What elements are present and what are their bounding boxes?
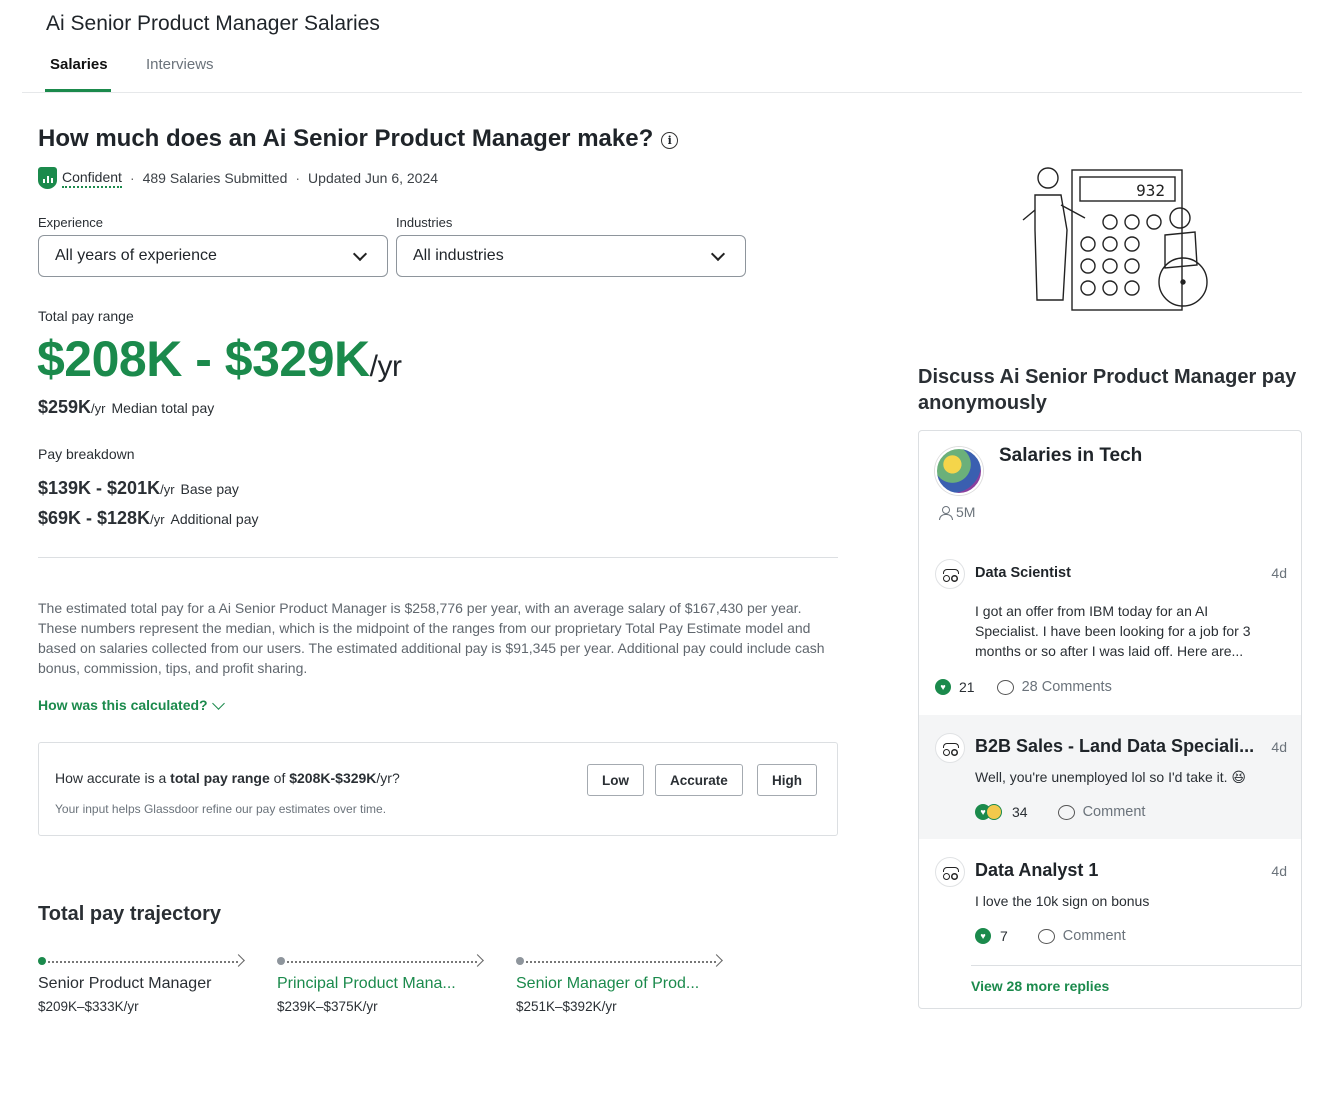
bowl-members: 5M bbox=[939, 504, 975, 520]
post-body: I love the 10k sign on bonus bbox=[975, 893, 1150, 909]
low-button[interactable]: Low bbox=[587, 764, 644, 796]
anonymous-user-icon bbox=[935, 857, 965, 887]
confidence-icon bbox=[38, 167, 57, 189]
salaries-submitted: 489 Salaries Submitted bbox=[142, 170, 288, 186]
industries-value: All industries bbox=[413, 247, 504, 264]
accuracy-note: Your input helps Glassdoor refine our pa… bbox=[55, 802, 387, 816]
post-reactions: ♥ 7 Comment bbox=[975, 928, 1126, 944]
post-author: Data Analyst 1 bbox=[975, 860, 1099, 880]
trajectory-item: Senior Manager of Prod... $251K–$392K/yr bbox=[516, 950, 726, 1014]
updated-date: Updated Jun 6, 2024 bbox=[308, 170, 439, 186]
comment-icon bbox=[1037, 928, 1055, 944]
post-reactions: ♥ 34 Comment bbox=[975, 804, 1145, 820]
post-body: I got an offer from IBM today for an AI … bbox=[975, 603, 1251, 659]
active-tab-indicator bbox=[45, 89, 111, 92]
info-icon[interactable]: i bbox=[661, 132, 679, 149]
divider bbox=[38, 557, 838, 558]
trajectory-role-link[interactable]: Senior Manager of Prod... bbox=[516, 975, 716, 993]
comment-icon bbox=[996, 679, 1014, 695]
accuracy-question: How accurate is a total pay range of $20… bbox=[55, 770, 400, 786]
median-pay-label: Median total pay bbox=[111, 400, 215, 416]
bowl-name[interactable]: Salaries in Tech bbox=[999, 445, 1142, 467]
anonymous-user-icon bbox=[935, 733, 965, 763]
trajectory-title: Total pay trajectory bbox=[38, 903, 222, 925]
arrow-right-icon bbox=[471, 954, 484, 967]
heart-reaction-icon: ♥ bbox=[975, 928, 991, 944]
comment-link[interactable]: Comment bbox=[1057, 804, 1145, 820]
bowl-card: Salaries in Tech 5M Data Scientist 4d I … bbox=[918, 430, 1302, 1009]
tab-interviews[interactable]: Interviews bbox=[146, 56, 214, 73]
confidence-label[interactable]: Confident bbox=[62, 169, 122, 188]
experience-value: All years of experience bbox=[55, 247, 217, 264]
total-pay-range: $208K - $329K/yr bbox=[37, 330, 402, 388]
tab-bar: Salaries Interviews bbox=[22, 52, 1302, 93]
post[interactable]: Data Scientist 4d I got an offer from IB… bbox=[919, 543, 1301, 715]
bowl-avatar[interactable] bbox=[935, 447, 983, 495]
high-button[interactable]: High bbox=[757, 764, 817, 796]
post-author: Data Scientist bbox=[975, 565, 1071, 581]
arrow-right-icon bbox=[710, 954, 723, 967]
comment-link[interactable]: Comment bbox=[1037, 928, 1126, 944]
laugh-reaction-icon bbox=[986, 804, 1002, 820]
base-pay: $139K - $201K/yr Base pay bbox=[38, 478, 239, 498]
industries-select[interactable]: All industries bbox=[396, 235, 746, 277]
anonymous-user-icon bbox=[935, 559, 965, 589]
dot-icon bbox=[516, 957, 524, 965]
chevron-down-icon bbox=[710, 246, 726, 261]
trajectory-item: Principal Product Mana... $239K–$375K/yr bbox=[277, 950, 487, 1014]
accurate-button[interactable]: Accurate bbox=[655, 764, 743, 796]
total-pay-range-value: $208K - $329K bbox=[37, 331, 370, 387]
total-pay-range-label: Total pay range bbox=[38, 308, 134, 324]
page-title: Ai Senior Product Manager Salaries bbox=[46, 12, 380, 35]
per-year-unit: /yr bbox=[369, 350, 402, 383]
additional-pay-label: Additional pay bbox=[170, 511, 259, 527]
trajectory-pay: $239K–$375K/yr bbox=[277, 999, 378, 1014]
calculator-display: 932 bbox=[1136, 181, 1165, 200]
tab-salaries[interactable]: Salaries bbox=[50, 56, 108, 73]
meta-row: Confident · 489 Salaries Submitted · Upd… bbox=[38, 167, 438, 189]
discussion-title: Discuss Ai Senior Product Manager pay an… bbox=[918, 366, 1297, 414]
median-pay: $259K/yr Median total pay bbox=[38, 397, 215, 417]
main-heading-text: How much does an Ai Senior Product Manag… bbox=[38, 125, 654, 152]
post-author: B2B Sales - Land Data Speciali... bbox=[975, 736, 1255, 756]
pay-breakdown-label: Pay breakdown bbox=[38, 446, 135, 462]
comment-icon bbox=[1057, 804, 1075, 820]
chevron-down-icon bbox=[352, 246, 368, 261]
chevron-down-icon bbox=[211, 696, 225, 710]
post-time: 4d bbox=[1271, 739, 1287, 755]
trajectory-pay: $209K–$333K/yr bbox=[38, 999, 139, 1014]
view-more-replies-link[interactable]: View 28 more replies bbox=[971, 965, 1301, 994]
post-time: 4d bbox=[1271, 863, 1287, 879]
post-time: 4d bbox=[1271, 565, 1287, 581]
heart-reaction-icon: ♥ bbox=[935, 679, 951, 695]
trajectory-role: Senior Product Manager bbox=[38, 975, 212, 992]
trajectory-role-link[interactable]: Principal Product Mana... bbox=[277, 975, 477, 993]
post-reactions: ♥ 21 28 Comments bbox=[935, 679, 1112, 695]
median-pay-value: $259K bbox=[38, 397, 92, 417]
calculator-illustration: 932 bbox=[1022, 167, 1208, 311]
how-calculated-link[interactable]: How was this calculated? bbox=[38, 696, 225, 713]
additional-pay-value: $69K - $128K bbox=[38, 508, 151, 528]
accuracy-feedback-box: How accurate is a total pay range of $20… bbox=[38, 742, 838, 836]
industries-label: Industries bbox=[396, 215, 453, 230]
post-body: Well, you're unemployed lol so I'd take … bbox=[975, 769, 1247, 785]
base-pay-label: Base pay bbox=[180, 481, 239, 497]
additional-pay: $69K - $128K/yr Additional pay bbox=[38, 508, 259, 528]
experience-label: Experience bbox=[38, 215, 104, 230]
base-pay-value: $139K - $201K bbox=[38, 478, 161, 498]
experience-select[interactable]: All years of experience bbox=[38, 235, 388, 277]
arrow-right-icon bbox=[232, 954, 245, 967]
main-heading: How much does an Ai Senior Product Manag… bbox=[38, 125, 679, 153]
comments-link[interactable]: 28 Comments bbox=[996, 679, 1112, 695]
post[interactable]: B2B Sales - Land Data Speciali... 4d Wel… bbox=[919, 715, 1301, 839]
dot-icon bbox=[277, 957, 285, 965]
trajectory-item: Senior Product Manager $209K–$333K/yr bbox=[38, 950, 248, 1014]
current-dot-icon bbox=[38, 957, 46, 965]
trajectory-pay: $251K–$392K/yr bbox=[516, 999, 617, 1014]
person-icon bbox=[939, 505, 953, 520]
pay-description: The estimated total pay for a Ai Senior … bbox=[38, 600, 825, 676]
post[interactable]: Data Analyst 1 4d I love the 10k sign on… bbox=[919, 839, 1301, 963]
